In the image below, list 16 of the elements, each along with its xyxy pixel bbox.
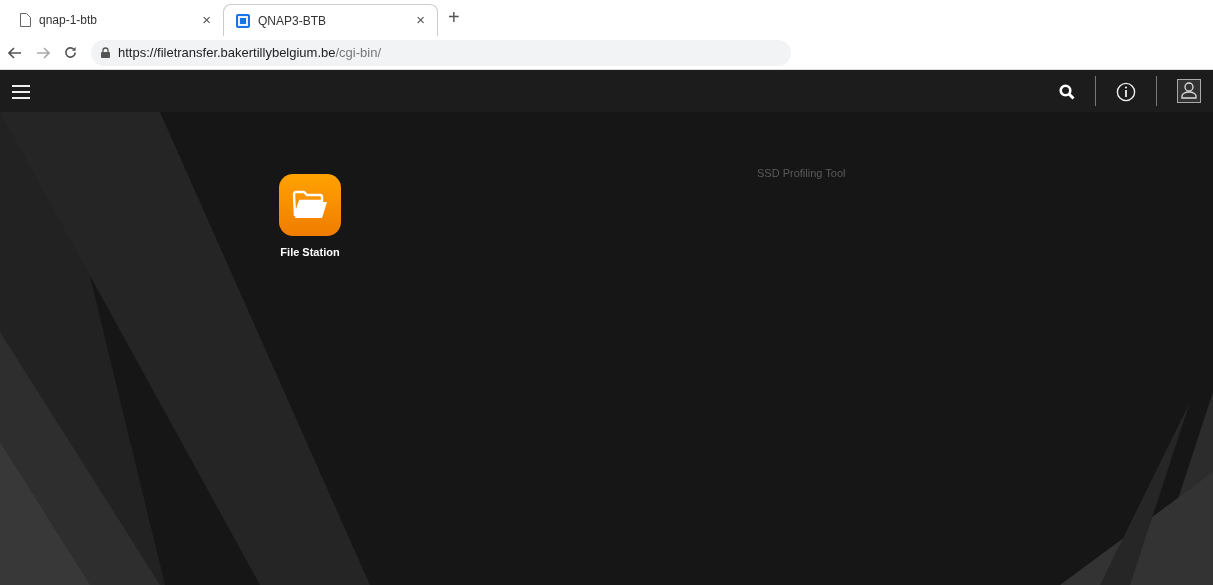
lock-icon (101, 47, 110, 58)
close-button[interactable]: × (416, 9, 425, 32)
close-button[interactable]: × (202, 8, 211, 32)
reload-icon[interactable] (64, 46, 77, 59)
app-label: SSD Profiling Tool (757, 166, 846, 181)
browser-tab[interactable]: QNAP3-BTB × (223, 4, 438, 36)
user-button[interactable] (1177, 78, 1201, 104)
folder-icon (292, 190, 328, 220)
new-tab-button[interactable]: + (438, 2, 470, 36)
address-bar[interactable]: https://filetransfer.bakertillybelgium.be/cgi-bin/ (91, 39, 791, 66)
back-icon[interactable] (8, 46, 22, 59)
tab-title: qnap-1-btb (39, 12, 98, 29)
app-logo-icon (236, 13, 250, 28)
url-text: https://filetransfer.bakertillybelgium.be/cgi-bin/ (118, 43, 382, 62)
page-icon (20, 13, 31, 27)
tab-title: QNAP3-BTB (258, 12, 326, 30)
